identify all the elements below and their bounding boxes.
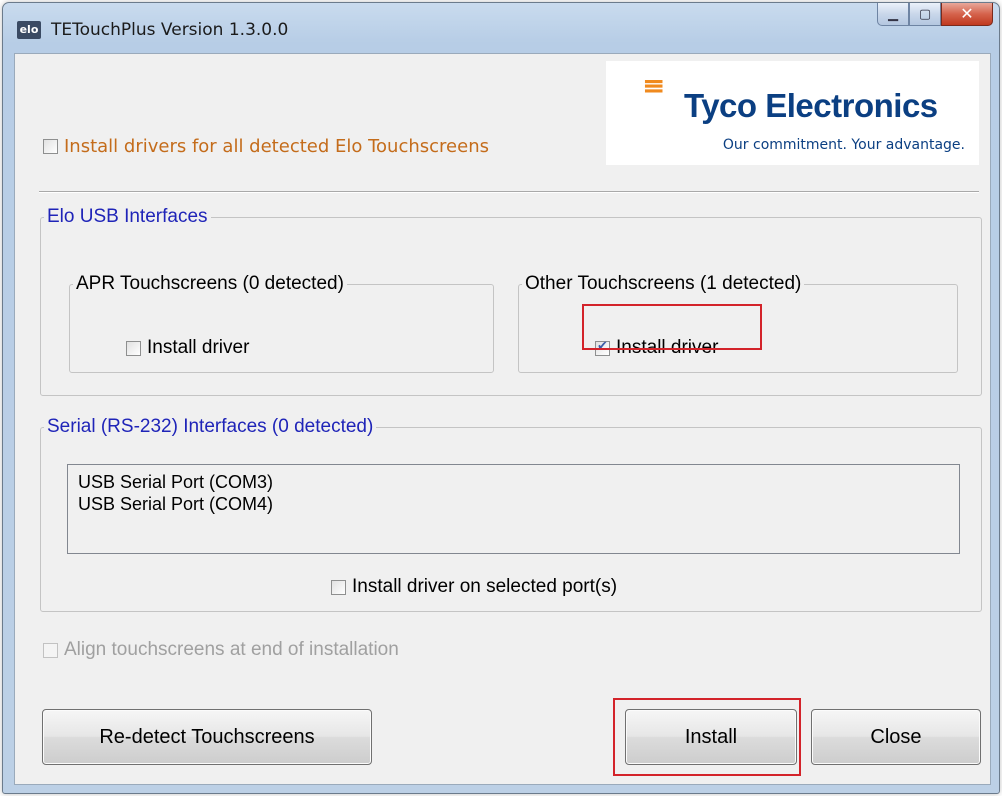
serial-interfaces-legend: Serial (RS-232) Interfaces (0 detected) [47, 416, 374, 437]
install-driver-highlight [582, 304, 762, 350]
minimize-button[interactable]: ▁ [877, 3, 909, 26]
align-label: Align touchscreens at end of installatio… [64, 639, 399, 660]
serial-install-row[interactable]: Install driver on selected port(s) [331, 576, 617, 598]
list-item[interactable]: USB Serial Port (COM3) [78, 471, 949, 493]
caption-buttons: ▁ ▢ ✕ [877, 3, 993, 27]
close-icon: ✕ [960, 6, 974, 23]
tyco-logo: ≡ Tyco Electronics Our commitment. Your … [606, 61, 979, 165]
apr-install-label: Install driver [147, 337, 250, 358]
minimize-icon: ▁ [888, 6, 898, 21]
align-row: Align touchscreens at end of installatio… [43, 639, 399, 661]
maximize-icon: ▢ [918, 6, 932, 21]
serial-interfaces-group: Serial (RS-232) Interfaces (0 detected) … [40, 416, 982, 612]
install-all-row[interactable]: Install drivers for all detected Elo Tou… [43, 136, 489, 157]
maximize-button[interactable]: ▢ [909, 3, 941, 26]
usb-interfaces-group: Elo USB Interfaces APR Touchscreens (0 d… [40, 206, 982, 396]
close-button[interactable]: Close [811, 709, 981, 765]
align-checkbox [43, 642, 58, 658]
close-window-button[interactable]: ✕ [941, 3, 993, 26]
separator [39, 191, 979, 193]
list-item[interactable]: USB Serial Port (COM4) [78, 493, 949, 515]
apr-legend: APR Touchscreens (0 detected) [76, 273, 344, 294]
install-button-highlight [613, 698, 801, 776]
dialog-body: Install drivers for all detected Elo Tou… [14, 53, 991, 785]
install-all-label: Install drivers for all detected Elo Tou… [64, 136, 489, 157]
apr-install-row[interactable]: Install driver [126, 337, 249, 359]
serial-port-list[interactable]: USB Serial Port (COM3) USB Serial Port (… [67, 464, 960, 554]
serial-install-label: Install driver on selected port(s) [352, 576, 618, 597]
apr-install-checkbox[interactable] [126, 340, 141, 356]
install-all-checkbox[interactable] [43, 139, 58, 154]
logo-tagline: Our commitment. Your advantage. [722, 137, 965, 153]
redetect-button[interactable]: Re-detect Touchscreens [42, 709, 372, 765]
apr-touchscreens-group: APR Touchscreens (0 detected) Install dr… [69, 273, 494, 373]
title-bar[interactable]: elo TETouchPlus Version 1.3.0.0 ▁ ▢ ✕ [3, 3, 999, 51]
usb-interfaces-legend: Elo USB Interfaces [47, 206, 208, 227]
app-window: elo TETouchPlus Version 1.3.0.0 ▁ ▢ ✕ In… [2, 2, 1000, 794]
logo-name: Tyco Electronics [684, 87, 938, 124]
tyco-logo-mark-icon: ≡ [642, 69, 666, 102]
other-legend: Other Touchscreens (1 detected) [525, 273, 802, 294]
elo-app-icon: elo [17, 21, 41, 39]
window-title: TETouchPlus Version 1.3.0.0 [51, 20, 289, 40]
serial-install-checkbox[interactable] [331, 579, 346, 595]
